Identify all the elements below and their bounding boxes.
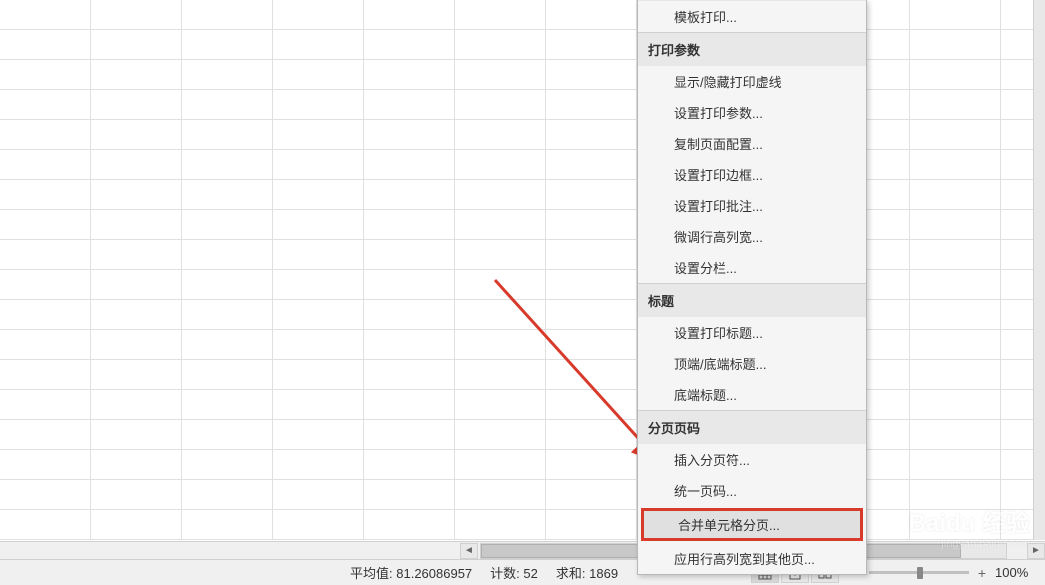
menu-item-toggle-print-line[interactable]: 显示/隐藏打印虚线 xyxy=(638,66,866,97)
menu-item-unify-page-number[interactable]: 统一页码... xyxy=(638,475,866,506)
menu-item-apply-row-col-other[interactable]: 应用行高列宽到其他页... xyxy=(638,543,866,574)
horizontal-scrollbar: ◄ ► xyxy=(0,541,1045,559)
menu-item-top-bottom-title[interactable]: 顶端/底端标题... xyxy=(638,348,866,379)
menu-item-insert-pagebreak[interactable]: 插入分页符... xyxy=(638,444,866,475)
scroll-left-button[interactable]: ◄ xyxy=(460,543,478,559)
status-stats: 平均值: 81.26086957 计数: 52 求和: 1869 xyxy=(350,563,618,582)
menu-item-set-print-comments[interactable]: 设置打印批注... xyxy=(638,190,866,221)
context-menu: 模板打印... 打印参数 显示/隐藏打印虚线 设置打印参数... 复制页面配置.… xyxy=(637,0,867,575)
menu-item-set-print-title[interactable]: 设置打印标题... xyxy=(638,317,866,348)
status-bar: 平均值: 81.26086957 计数: 52 求和: 1869 − + 100… xyxy=(0,559,1045,585)
status-sum: 求和: 1869 xyxy=(556,563,618,582)
menu-section-print-params: 打印参数 xyxy=(638,32,866,66)
zoom-in-button[interactable]: + xyxy=(975,566,989,580)
scroll-right-button[interactable]: ► xyxy=(1027,543,1045,559)
menu-item-merge-cell-pagination[interactable]: 合并单元格分页... xyxy=(642,509,862,540)
menu-section-pagination: 分页页码 xyxy=(638,410,866,444)
menu-section-title: 标题 xyxy=(638,283,866,317)
spreadsheet-grid[interactable] xyxy=(0,0,1045,540)
menu-item-set-print-border[interactable]: 设置打印边框... xyxy=(638,159,866,190)
zoom-percentage[interactable]: 100% xyxy=(995,565,1035,580)
menu-item-adjust-row-col[interactable]: 微调行高列宽... xyxy=(638,221,866,252)
menu-item-template-print[interactable]: 模板打印... xyxy=(638,0,866,32)
menu-item-bottom-title[interactable]: 底端标题... xyxy=(638,379,866,410)
status-average: 平均值: 81.26086957 xyxy=(350,563,472,582)
zoom-slider[interactable] xyxy=(869,571,969,574)
vertical-scrollbar[interactable] xyxy=(1033,0,1045,540)
menu-item-set-columns[interactable]: 设置分栏... xyxy=(638,252,866,283)
menu-item-set-print-params[interactable]: 设置打印参数... xyxy=(638,97,866,128)
zoom-controls: − + 100% xyxy=(849,565,1035,580)
spreadsheet-area xyxy=(0,0,1045,540)
menu-item-copy-page-config[interactable]: 复制页面配置... xyxy=(638,128,866,159)
zoom-slider-thumb[interactable] xyxy=(917,567,923,579)
status-count: 计数: 52 xyxy=(490,563,538,582)
